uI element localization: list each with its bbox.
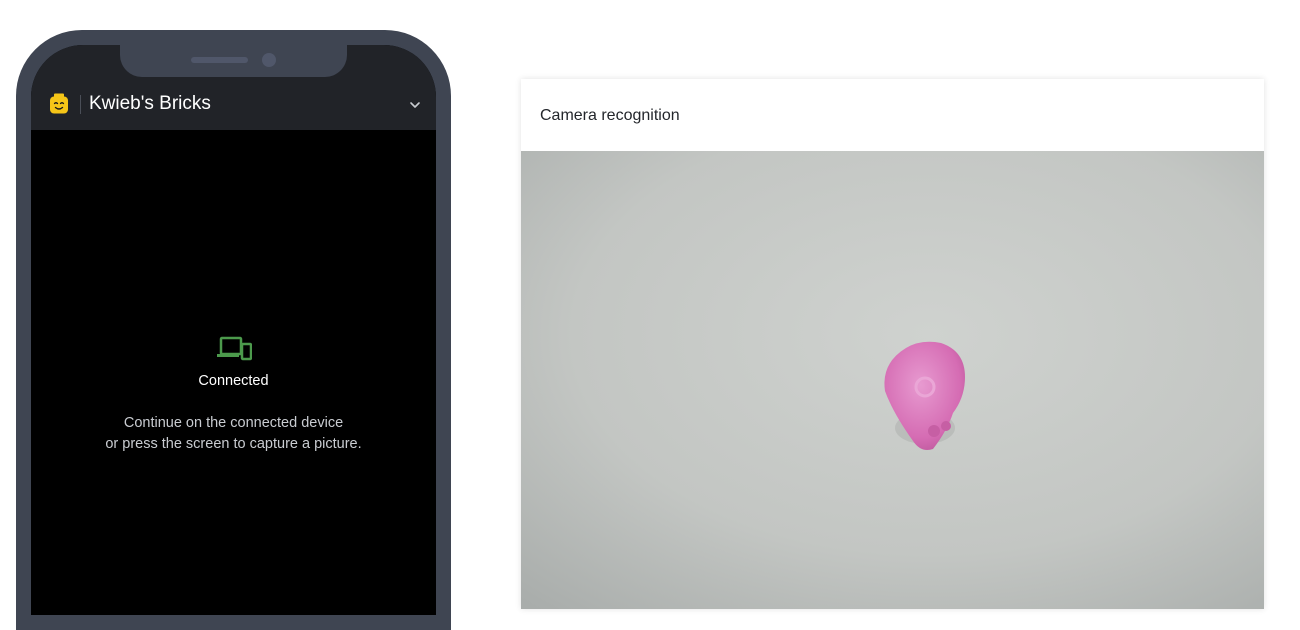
camera-feed-image — [521, 151, 1264, 609]
connection-status: Connected — [198, 373, 269, 389]
lego-head-icon — [50, 93, 68, 114]
devices-icon — [217, 336, 252, 361]
phone-notch — [120, 45, 347, 77]
status-message-line-2: or press the screen to capture a picture… — [105, 436, 362, 452]
phone-frame: Kwieb's Bricks Connected Continue on the… — [16, 30, 451, 630]
chevron-down-icon[interactable] — [408, 98, 422, 112]
camera-recognition-card: Camera recognition — [521, 79, 1264, 609]
status-message-line-1: Continue on the connected device — [123, 415, 344, 431]
header-divider — [80, 95, 81, 114]
phone-screen[interactable]: Kwieb's Bricks Connected Continue on the… — [31, 45, 436, 615]
front-camera — [262, 53, 276, 67]
speaker-grille — [191, 57, 248, 63]
card-title: Camera recognition — [540, 107, 680, 124]
app-title: Kwieb's Bricks — [89, 93, 211, 114]
card-header: Camera recognition — [521, 79, 1264, 151]
camera-feed[interactable] — [521, 151, 1264, 609]
